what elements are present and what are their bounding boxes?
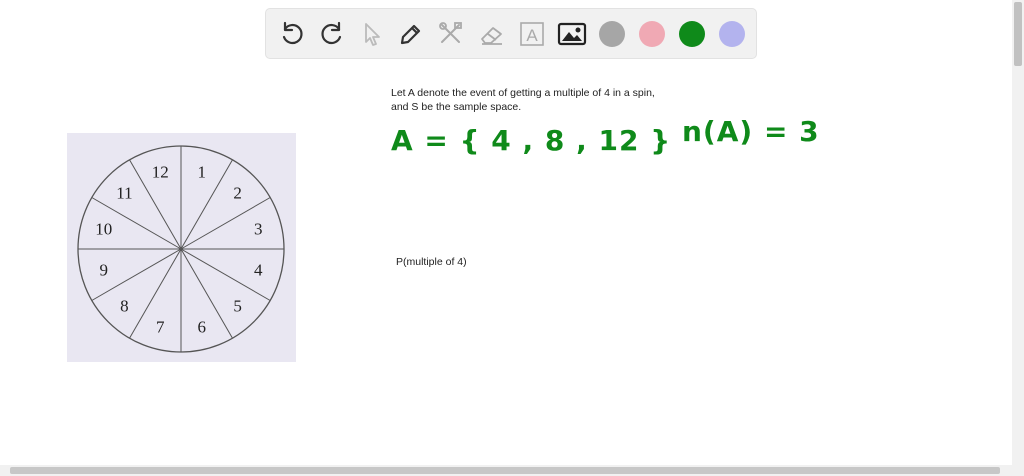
tools-icon[interactable] [436,19,466,49]
color-gray-swatch[interactable] [599,21,625,47]
wheel-sector-label: 3 [254,219,262,238]
wheel-sector-label: 6 [197,317,206,336]
wheel-sector-label: 10 [95,219,112,238]
text-icon[interactable]: A [517,19,547,49]
problem-statement: Let A denote the event of getting a mult… [391,86,655,114]
redo-icon[interactable] [317,19,347,49]
horizontal-scrollbar[interactable] [0,465,1012,476]
color-pink-swatch[interactable] [639,21,665,47]
problem-line-1: Let A denote the event of getting a mult… [391,87,655,99]
handwritten-count-a: n(A) = 3 [682,115,820,148]
color-green-swatch[interactable] [679,21,705,47]
wheel-sector-label: 4 [254,261,263,280]
wheel-sector-label: 11 [116,183,132,202]
wheel-divider [180,159,233,250]
wheel-lines [77,145,285,353]
drawing-toolbar: A [265,8,757,59]
probability-label: P(multiple of 4) [396,256,467,268]
eraser-icon[interactable] [477,19,507,49]
problem-line-2: and S be the sample space. [391,101,522,113]
wheel-sector-label: 7 [156,317,165,336]
wheel-divider [180,248,233,339]
handwritten-set-a: A = { 4 , 8 , 12 } [391,124,672,157]
vertical-scroll-thumb[interactable] [1014,2,1022,66]
undo-icon[interactable] [277,19,307,49]
image-icon[interactable] [557,19,587,49]
vertical-scrollbar[interactable] [1012,0,1024,476]
horizontal-scroll-thumb[interactable] [10,467,1000,474]
color-lavender-swatch[interactable] [719,21,745,47]
wheel-sector-label: 8 [120,297,129,316]
spinner-wheel-image: 1 2 3 4 5 6 7 8 9 10 11 12 [67,133,296,362]
wheel-sector-label: 5 [233,297,242,316]
wheel-sector-label: 12 [152,163,169,182]
wheel-sector-label: 2 [233,183,242,202]
wheel-sector-label: 9 [99,261,108,280]
pointer-icon[interactable] [357,19,387,49]
pen-icon[interactable] [396,19,426,49]
svg-text:A: A [526,26,538,45]
wheel-sector-label: 1 [197,163,206,182]
